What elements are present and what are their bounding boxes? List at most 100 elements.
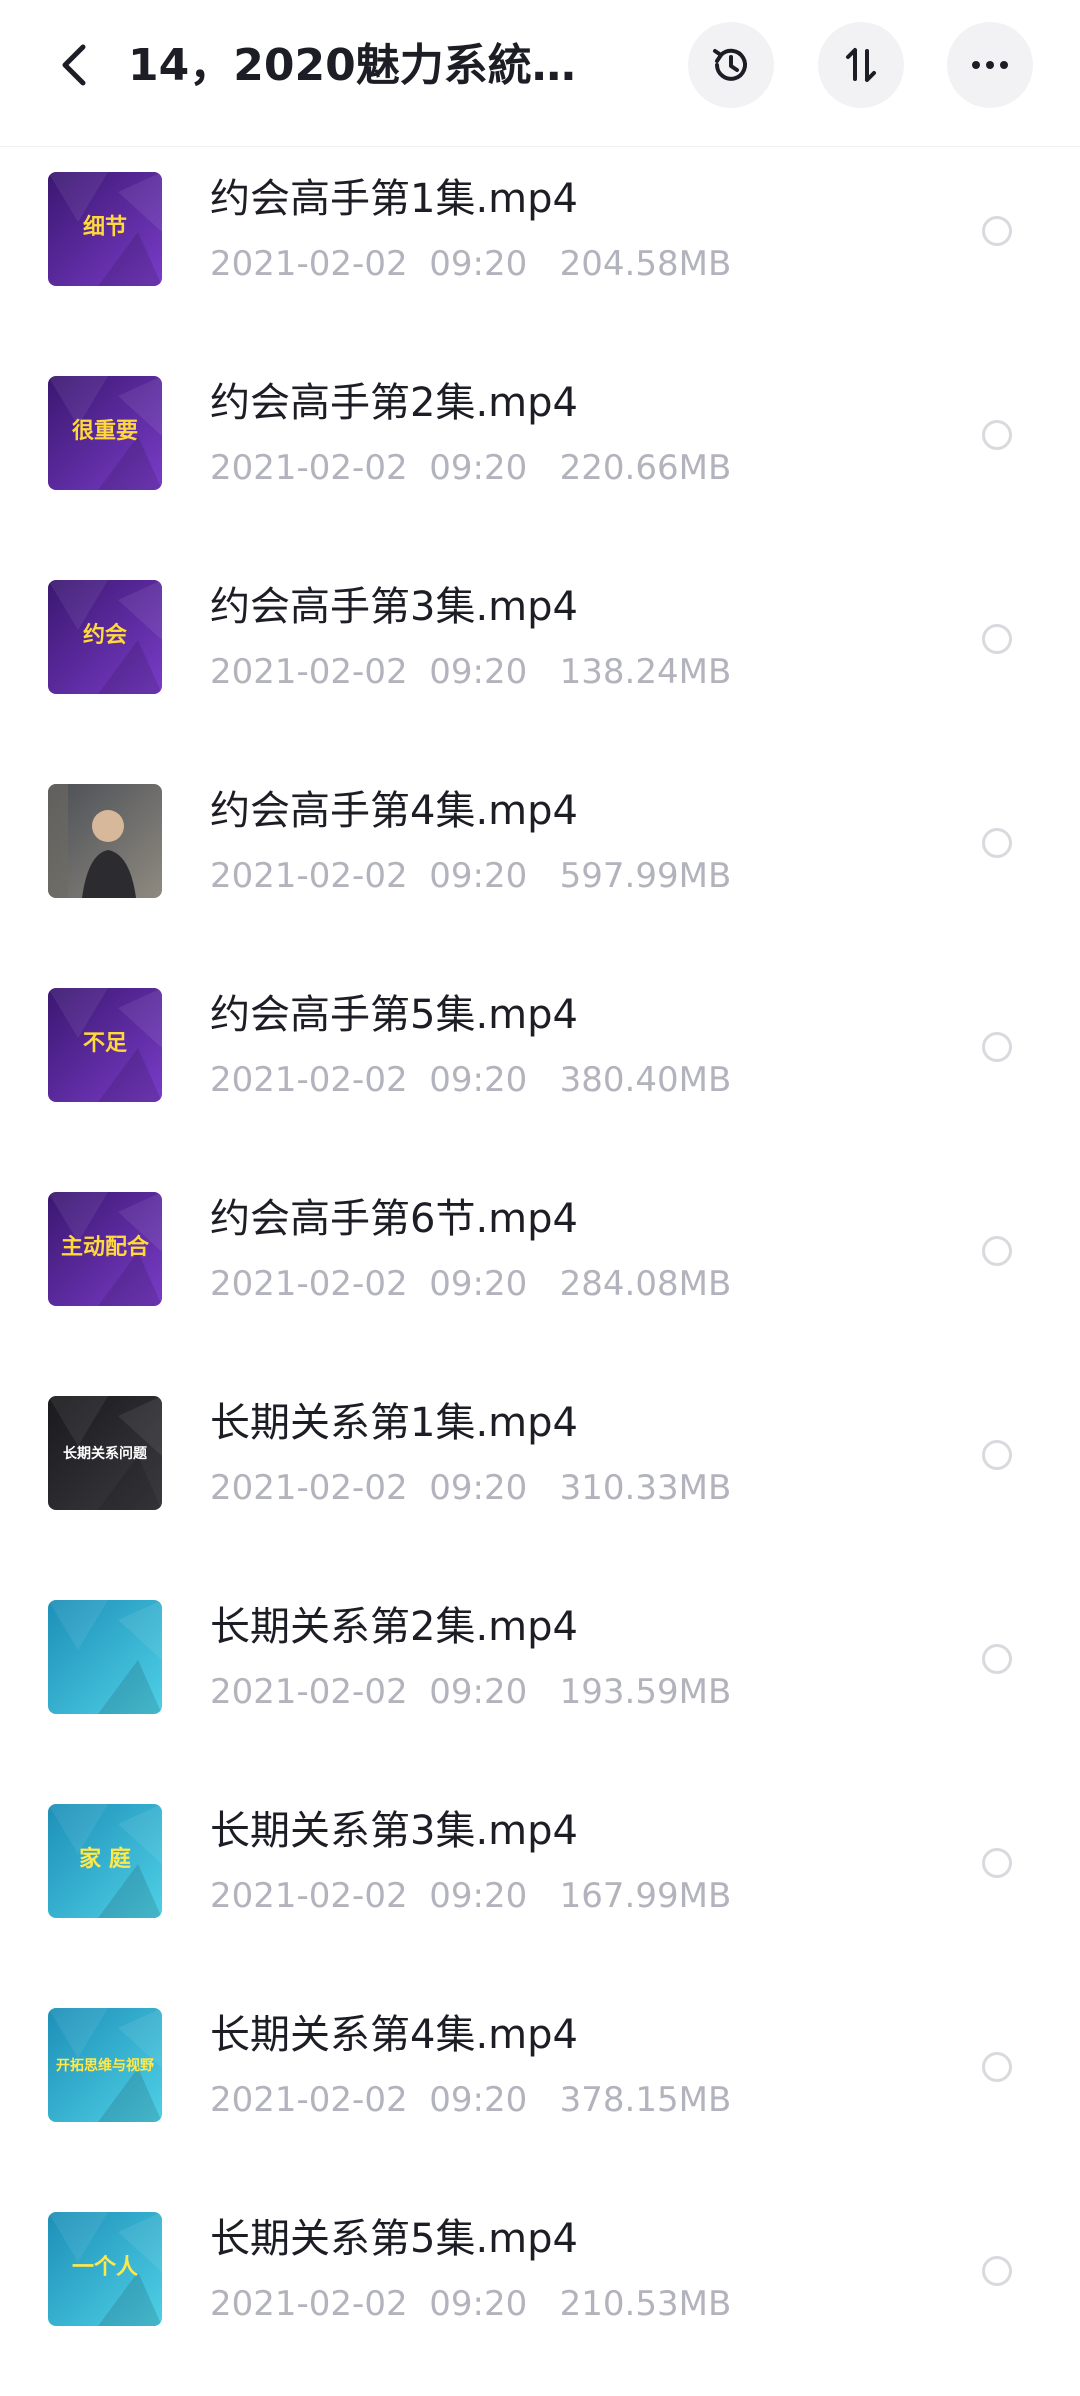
file-size: 378.15MB xyxy=(559,2080,732,2120)
file-date: 2021-02-02 xyxy=(210,652,408,692)
file-row[interactable]: 很重要 约会高手第2集.mp4 2021-02-02 09:20 220.66MB xyxy=(0,364,1080,568)
file-date: 2021-02-02 xyxy=(210,2080,408,2120)
select-checkbox[interactable] xyxy=(982,828,1012,858)
file-row[interactable]: 长期关系问题 长期关系第1集.mp4 2021-02-02 09:20 310.33… xyxy=(0,1384,1080,1588)
file-date: 2021-02-02 xyxy=(210,1468,408,1508)
file-date: 2021-02-02 xyxy=(210,1876,408,1916)
select-checkbox[interactable] xyxy=(982,216,1012,246)
select-checkbox[interactable] xyxy=(982,1644,1012,1674)
file-meta: 2021-02-02 09:20 193.59MB xyxy=(210,1670,731,1714)
select-checkbox[interactable] xyxy=(982,1032,1012,1062)
more-icon xyxy=(972,61,1008,69)
file-name: 长期关系第2集.mp4 xyxy=(210,1604,578,1650)
file-list-page: 14，2020魅力系統… 细节 约会高手第1集.mp4 2021-02-02 0… xyxy=(0,0,1080,2396)
file-name: 约会高手第5集.mp4 xyxy=(210,992,578,1038)
file-name: 约会高手第2集.mp4 xyxy=(210,380,578,426)
file-meta: 2021-02-02 09:20 597.99MB xyxy=(210,854,731,898)
file-name: 约会高手第4集.mp4 xyxy=(210,788,578,834)
svg-text:一个人: 一个人 xyxy=(72,2255,138,2280)
file-name: 约会高手第1集.mp4 xyxy=(210,176,578,222)
file-size: 220.66MB xyxy=(559,448,732,488)
select-checkbox[interactable] xyxy=(982,1440,1012,1470)
file-size: 597.99MB xyxy=(559,856,732,896)
svg-text:长期关系问题: 长期关系问题 xyxy=(63,1445,148,1462)
file-row[interactable]: 主动配合 约会高手第6节.mp4 2021-02-02 09:20 284.08MB xyxy=(0,1180,1080,1384)
select-checkbox[interactable] xyxy=(982,2052,1012,2082)
file-time: 09:20 xyxy=(429,244,528,284)
video-thumbnail: 主动配合 xyxy=(48,1192,162,1306)
sort-icon xyxy=(846,48,876,82)
file-time: 09:20 xyxy=(429,1264,528,1304)
history-icon xyxy=(713,48,747,81)
file-row[interactable]: 细节 约会高手第1集.mp4 2021-02-02 09:20 204.58MB xyxy=(0,160,1080,364)
file-size: 138.24MB xyxy=(559,652,732,692)
video-thumbnail: 细节 xyxy=(48,172,162,286)
svg-text:细节: 细节 xyxy=(83,214,127,240)
select-checkbox[interactable] xyxy=(982,420,1012,450)
file-size: 380.40MB xyxy=(559,1060,732,1100)
svg-text:家 庭: 家 庭 xyxy=(79,1846,131,1872)
svg-text:很重要: 很重要 xyxy=(72,419,138,444)
file-date: 2021-02-02 xyxy=(210,244,408,284)
file-row[interactable]: 约会高手第4集.mp4 2021-02-02 09:20 597.99MB xyxy=(0,772,1080,976)
file-meta: 2021-02-02 09:20 167.99MB xyxy=(210,1874,731,1918)
video-thumbnail: 约会 xyxy=(48,580,162,694)
file-meta: 2021-02-02 09:20 284.08MB xyxy=(210,1262,731,1306)
select-checkbox[interactable] xyxy=(982,1236,1012,1266)
file-date: 2021-02-02 xyxy=(210,856,408,896)
file-name: 约会高手第3集.mp4 xyxy=(210,584,578,630)
file-meta: 2021-02-02 09:20 310.33MB xyxy=(210,1466,731,1510)
video-thumbnail xyxy=(48,784,162,898)
file-date: 2021-02-02 xyxy=(210,448,408,488)
file-row[interactable]: 不足 约会高手第5集.mp4 2021-02-02 09:20 380.40MB xyxy=(0,976,1080,1180)
file-size: 210.53MB xyxy=(559,2284,732,2324)
file-size: 284.08MB xyxy=(559,1264,732,1304)
video-thumbnail: 长期关系问题 xyxy=(48,1396,162,1510)
file-name: 约会高手第6节.mp4 xyxy=(210,1196,578,1242)
file-date: 2021-02-02 xyxy=(210,1264,408,1304)
file-time: 09:20 xyxy=(429,1060,528,1100)
file-meta: 2021-02-02 09:20 380.40MB xyxy=(210,1058,731,1102)
file-size: 193.59MB xyxy=(559,1672,732,1712)
file-row[interactable]: 开拓思维与视野 长期关系第4集.mp4 2021-02-02 09:20 378.1… xyxy=(0,1996,1080,2200)
file-date: 2021-02-02 xyxy=(210,1672,408,1712)
svg-text:开拓思维与视野: 开拓思维与视野 xyxy=(56,2057,154,2074)
video-thumbnail: 不足 xyxy=(48,988,162,1102)
file-row[interactable]: 约会 约会高手第3集.mp4 2021-02-02 09:20 138.24MB xyxy=(0,568,1080,772)
file-row[interactable]: 家 庭 长期关系第3集.mp4 2021-02-02 09:20 167.99MB xyxy=(0,1792,1080,1996)
svg-text:约会: 约会 xyxy=(83,622,127,648)
file-meta: 2021-02-02 09:20 210.53MB xyxy=(210,2282,731,2326)
sort-button[interactable] xyxy=(818,22,904,108)
file-time: 09:20 xyxy=(429,1672,528,1712)
select-checkbox[interactable] xyxy=(982,624,1012,654)
top-bar: 14，2020魅力系統… xyxy=(0,0,1080,147)
file-time: 09:20 xyxy=(429,856,528,896)
svg-text:主动配合: 主动配合 xyxy=(61,1234,150,1260)
back-button[interactable] xyxy=(40,30,110,100)
file-row[interactable]: 一个人 长期关系第5集.mp4 2021-02-02 09:20 210.53MB xyxy=(0,2200,1080,2396)
file-row[interactable]: 长期关系第2集.mp4 2021-02-02 09:20 193.59MB xyxy=(0,1588,1080,1792)
file-name: 长期关系第1集.mp4 xyxy=(210,1400,578,1446)
file-time: 09:20 xyxy=(429,1468,528,1508)
file-size: 204.58MB xyxy=(559,244,732,284)
select-checkbox[interactable] xyxy=(982,2256,1012,2286)
svg-text:不足: 不足 xyxy=(83,1031,127,1056)
file-meta: 2021-02-02 09:20 378.15MB xyxy=(210,2078,731,2122)
video-thumbnail: 家 庭 xyxy=(48,1804,162,1918)
select-checkbox[interactable] xyxy=(982,1848,1012,1878)
file-date: 2021-02-02 xyxy=(210,2284,408,2324)
file-date: 2021-02-02 xyxy=(210,1060,408,1100)
file-time: 09:20 xyxy=(429,448,528,488)
file-meta: 2021-02-02 09:20 138.24MB xyxy=(210,650,731,694)
file-time: 09:20 xyxy=(429,2284,528,2324)
video-thumbnail: 开拓思维与视野 xyxy=(48,2008,162,2122)
folder-title: 14，2020魅力系統… xyxy=(128,40,576,91)
file-time: 09:20 xyxy=(429,652,528,692)
history-button[interactable] xyxy=(688,22,774,108)
video-thumbnail xyxy=(48,1600,162,1714)
more-button[interactable] xyxy=(947,22,1033,108)
back-arrow-icon xyxy=(62,44,86,86)
file-meta: 2021-02-02 09:20 220.66MB xyxy=(210,446,731,490)
video-thumbnail: 很重要 xyxy=(48,376,162,490)
video-thumbnail: 一个人 xyxy=(48,2212,162,2326)
